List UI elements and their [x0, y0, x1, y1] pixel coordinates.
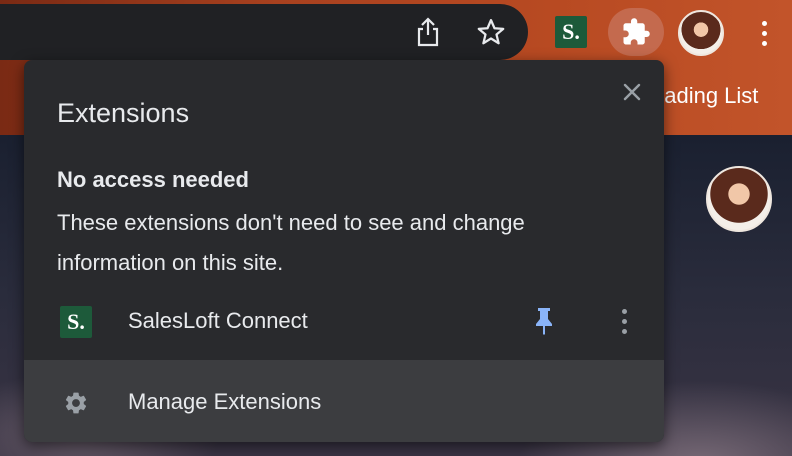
profile-avatar[interactable]	[678, 10, 724, 56]
pin-icon[interactable]	[530, 304, 558, 338]
bookmark-star-icon[interactable]	[474, 16, 508, 48]
share-icon[interactable]	[412, 16, 444, 48]
section-description: These extensions don't need to see and c…	[57, 210, 525, 275]
extension-more-icon[interactable]	[612, 304, 636, 338]
gear-icon	[62, 389, 90, 417]
address-bar[interactable]	[0, 4, 528, 60]
section-heading: No access needed	[57, 167, 249, 192]
salesloft-extension-icon[interactable]: S.	[555, 16, 587, 48]
page-avatar[interactable]	[706, 166, 772, 232]
manage-extensions-label: Manage Extensions	[128, 389, 322, 414]
close-icon[interactable]	[618, 78, 646, 106]
reading-list-label[interactable]: eading List	[652, 83, 758, 109]
more-vertical-icon[interactable]	[752, 16, 776, 50]
extensions-popup: Extensions No access needed These extens…	[24, 60, 664, 442]
extensions-puzzle-icon[interactable]	[608, 8, 664, 56]
extension-name[interactable]: SalesLoft Connect	[128, 308, 308, 334]
salesloft-extension-icon: S.	[60, 306, 92, 338]
manage-extensions-button[interactable]: Manage Extensions	[24, 360, 664, 442]
popup-title: Extensions	[57, 98, 190, 128]
extension-row[interactable]: S. SalesLoft Connect	[24, 296, 664, 344]
